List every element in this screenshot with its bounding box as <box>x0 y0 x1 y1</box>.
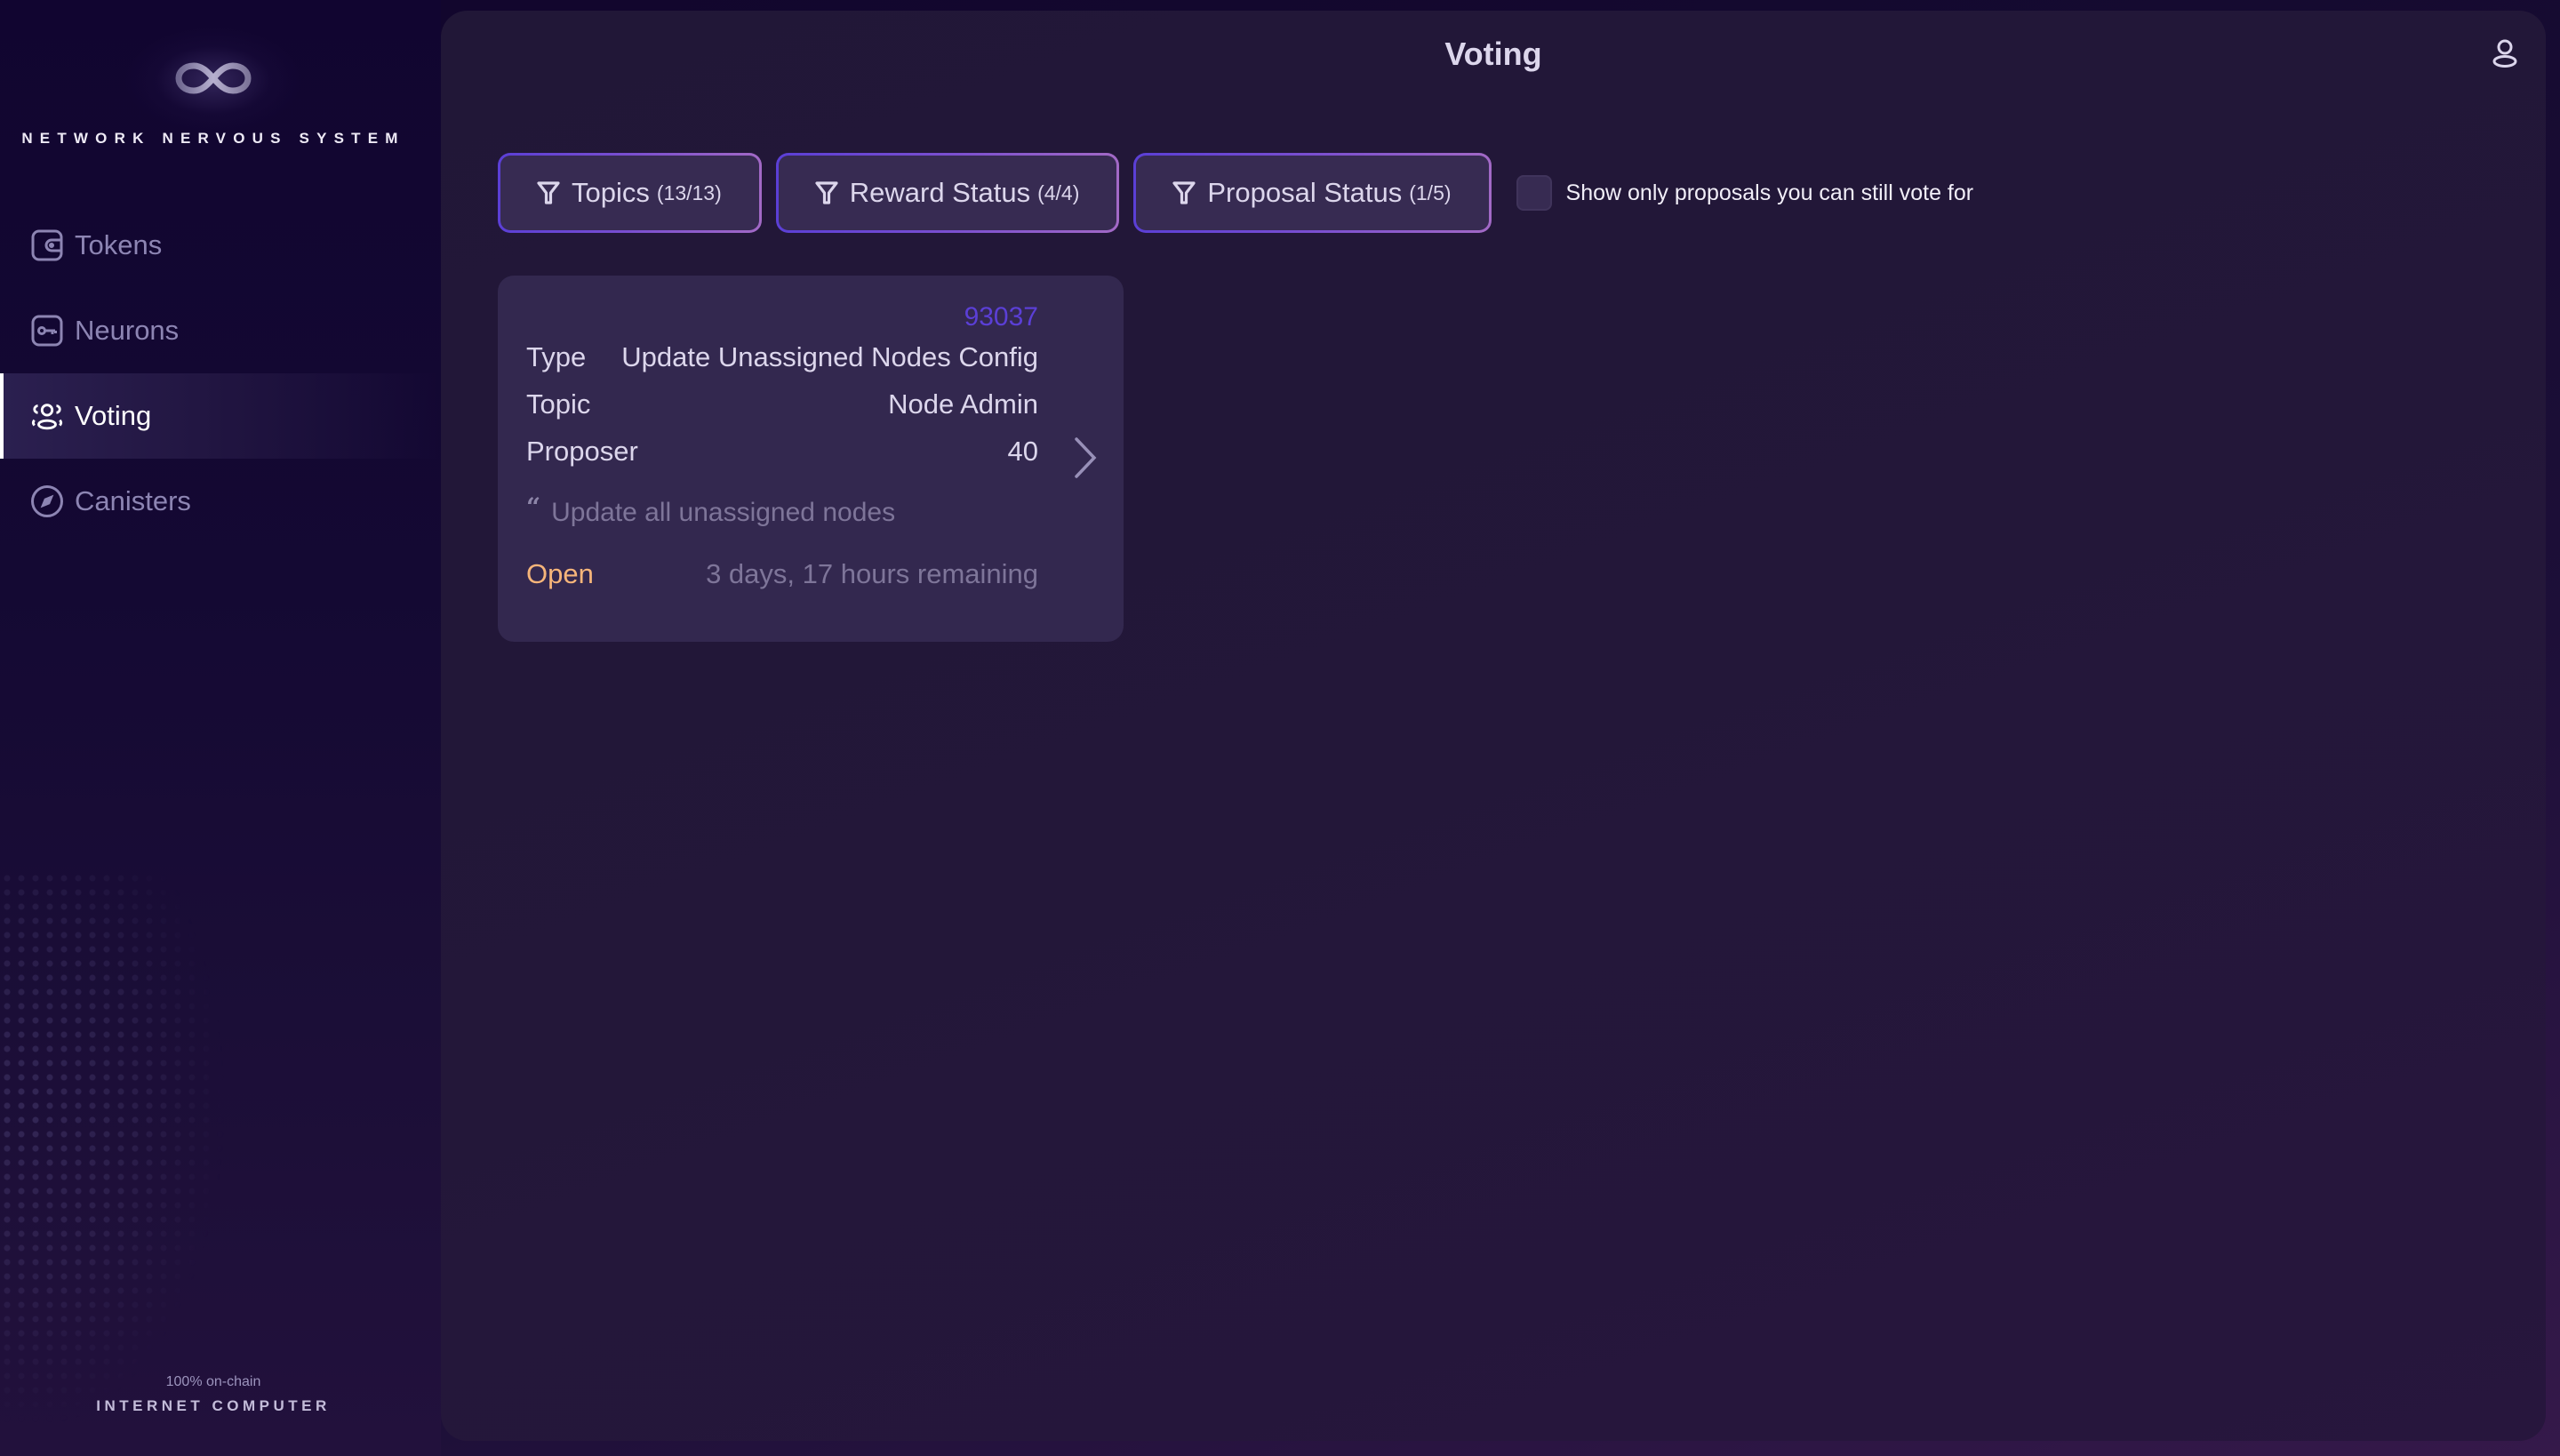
sidebar-footer: 100% on-chain INTERNET COMPUTER <box>0 1374 427 1415</box>
proposer-label: Proposer <box>526 436 638 467</box>
key-icon <box>30 314 64 348</box>
filter-count: (4/4) <box>1037 180 1080 204</box>
footer-tagline: 100% on-chain <box>165 1374 261 1389</box>
quote-icon: “ <box>526 492 541 522</box>
sidebar-item-canisters[interactable]: Canisters <box>0 459 441 544</box>
sidebar-item-label: Canisters <box>75 485 191 516</box>
filter-label: Reward Status <box>849 177 1031 208</box>
filter-icon <box>1172 181 1196 204</box>
votable-only-checkbox[interactable] <box>1516 175 1552 211</box>
sidebar-item-voting[interactable]: Voting <box>0 373 441 459</box>
proposal-id: 93037 <box>964 302 1038 332</box>
compass-icon <box>30 484 64 518</box>
app-name: NETWORK NERVOUS SYSTEM <box>21 130 405 147</box>
proposal-topic-row: Topic Node Admin <box>526 388 1038 420</box>
account-button[interactable] <box>2487 36 2523 71</box>
dot-pattern-decoration <box>0 871 284 1456</box>
reward-status-filter-button[interactable]: Reward Status (4/4) <box>775 153 1120 233</box>
filter-icon <box>815 181 838 204</box>
proposer-value: 40 <box>1007 436 1038 467</box>
sidebar: NETWORK NERVOUS SYSTEM Tokens Neurons Vo… <box>0 0 441 1456</box>
filter-label: Topics <box>572 177 650 208</box>
topics-filter-button[interactable]: Topics (13/13) <box>498 153 762 233</box>
sidebar-item-label: Voting <box>75 400 152 431</box>
user-icon <box>2492 39 2517 68</box>
sidebar-item-neurons[interactable]: Neurons <box>0 288 441 373</box>
main-panel: Voting Topics (13/13) Reward Status (4/4 <box>441 11 2546 1441</box>
proposal-status-row: Open 3 days, 17 hours remaining <box>526 558 1038 590</box>
filter-bar: Topics (13/13) Reward Status (4/4) Propo… <box>498 153 1973 233</box>
sidebar-nav: Tokens Neurons Voting Canisters <box>0 203 441 544</box>
time-remaining: 3 days, 17 hours remaining <box>706 558 1038 589</box>
page-title: Voting <box>1444 36 1542 72</box>
proposal-card[interactable]: 93037 Type Update Unassigned Nodes Confi… <box>498 276 1124 642</box>
proposal-summary: “ Update all unassigned nodes <box>526 492 896 528</box>
wallet-icon <box>30 228 64 262</box>
type-label: Type <box>526 341 587 372</box>
type-value: Update Unassigned Nodes Config <box>621 341 1038 372</box>
users-icon <box>30 399 64 433</box>
footer-brand: INTERNET COMPUTER <box>96 1397 331 1414</box>
summary-text: Update all unassigned nodes <box>551 498 896 527</box>
topic-label: Topic <box>526 388 591 420</box>
sidebar-item-tokens[interactable]: Tokens <box>0 203 441 288</box>
topic-value: Node Admin <box>888 388 1038 420</box>
sidebar-item-label: Tokens <box>75 229 163 260</box>
filter-icon <box>537 181 560 204</box>
filter-count: (1/5) <box>1409 180 1452 204</box>
proposal-status-filter-button[interactable]: Proposal Status (1/5) <box>1133 153 1492 233</box>
infinity-logo-icon <box>175 62 252 94</box>
chevron-right-icon[interactable] <box>1072 436 1099 480</box>
filter-label: Proposal Status <box>1207 177 1403 208</box>
sidebar-item-label: Neurons <box>75 315 180 346</box>
filter-count: (13/13) <box>656 180 722 204</box>
votable-only-toggle[interactable]: Show only proposals you can still vote f… <box>1516 175 1974 211</box>
proposal-proposer-row: Proposer 40 <box>526 436 1038 468</box>
proposal-type-row: Type Update Unassigned Nodes Config <box>526 341 1038 373</box>
status-badge: Open <box>526 558 594 589</box>
votable-only-label: Show only proposals you can still vote f… <box>1565 180 1974 205</box>
